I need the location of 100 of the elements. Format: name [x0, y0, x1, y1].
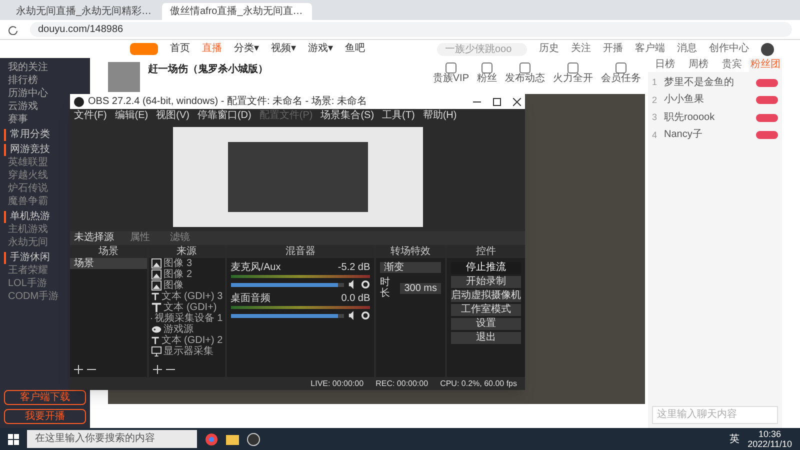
add-icon[interactable] [152, 365, 162, 374]
level-badge [756, 78, 778, 87]
menu-item[interactable]: 帮助(H) [422, 111, 457, 121]
folder-icon[interactable] [226, 432, 239, 446]
duration-field[interactable]: 300 ms [400, 282, 441, 294]
ime-indicator[interactable]: 英 [730, 432, 740, 446]
tool-label[interactable]: 火力全开 [553, 74, 593, 84]
source-item[interactable]: 显示器采集 [164, 346, 214, 357]
header-link[interactable]: 消息 [677, 44, 697, 54]
nav-link[interactable]: 首页 [170, 44, 190, 54]
dock-title: 来源 [148, 245, 225, 258]
chat-tab[interactable]: 贵宾 [715, 58, 748, 72]
tool-label[interactable]: 会员任务 [601, 74, 641, 84]
nav-link[interactable]: 分类▾ [234, 44, 259, 54]
source-toolbar-button[interactable]: 属性 [126, 233, 154, 243]
rank-number: 2 [652, 94, 658, 106]
taskbar-search[interactable]: 在这里输入你要搜索的内容 [27, 430, 197, 448]
rank-number: 4 [652, 128, 658, 142]
header-link[interactable]: 客户端 [635, 44, 665, 54]
sidebar-item[interactable]: 排行榜 [4, 75, 38, 87]
category-link[interactable]: 永劫无间 [4, 237, 48, 249]
nav-link[interactable]: 鱼吧 [345, 44, 365, 54]
header-link[interactable]: 开播 [603, 44, 623, 54]
tool-label[interactable]: 贵族VIP [432, 74, 469, 84]
maximize-icon[interactable] [493, 98, 501, 106]
windows-logo-icon[interactable] [8, 434, 19, 444]
category-link[interactable]: 穿越火线 [4, 170, 48, 182]
image-icon [150, 269, 162, 280]
control-button[interactable]: 退出 [451, 332, 521, 344]
browser-tab[interactable]: 傲丝情afro直播_永劫无间直… [162, 3, 312, 20]
chat-tab[interactable]: 日榜 [648, 58, 682, 72]
menu-item[interactable]: 编辑(E) [114, 111, 148, 121]
source-item[interactable]: 文本 (GDI+) 3 [161, 291, 223, 302]
sidebar-item[interactable]: 云游戏 [4, 101, 38, 113]
control-button[interactable]: 工作室模式 [451, 304, 521, 316]
category-link[interactable]: 王者荣耀 [4, 265, 48, 277]
category-link[interactable]: 主机游戏 [4, 224, 48, 236]
source-item[interactable]: 文本 (GDI+) [164, 302, 217, 313]
category-link[interactable]: 炉石传说 [4, 183, 48, 195]
image-icon [150, 258, 162, 269]
text-icon [150, 302, 162, 313]
obs-icon[interactable] [247, 432, 260, 446]
tool-label[interactable]: 粉丝 [477, 74, 497, 84]
control-button[interactable]: 启动虚拟摄像机 [451, 290, 521, 302]
tool-icon[interactable] [444, 62, 457, 74]
source-item[interactable]: 图像 2 [164, 269, 192, 280]
source-toolbar-button[interactable]: 滤镜 [166, 233, 194, 243]
fan-name: 梦里不是金鱼的 [664, 78, 734, 88]
source-item[interactable]: 视频采集设备 1 [154, 313, 223, 324]
source-item[interactable]: 图像 [164, 280, 184, 291]
control-button[interactable]: 开始录制 [451, 276, 521, 288]
clock-time[interactable]: 10:36 [758, 429, 782, 439]
sidebar-item[interactable]: 历游中心 [4, 88, 48, 100]
category-link[interactable]: 英雄联盟 [4, 157, 48, 169]
sidebar-item[interactable]: 我的关注 [4, 62, 48, 74]
add-icon[interactable] [74, 365, 83, 374]
dock-title: 控件 [447, 245, 525, 258]
menu-item[interactable]: 文件(F) [74, 111, 107, 121]
category-link[interactable]: LOL手游 [4, 278, 47, 290]
tool-label[interactable]: 发布动态 [505, 74, 545, 84]
control-button[interactable]: 停止推流 [451, 262, 521, 274]
nav-link[interactable]: 游戏▾ [308, 44, 333, 54]
clock-date[interactable]: 2022/11/10 [748, 439, 792, 449]
category-link[interactable]: CODM手游 [4, 291, 59, 303]
menu-item[interactable]: 工具(T) [382, 111, 415, 121]
menu-item[interactable]: 场景集合(S) [320, 111, 374, 121]
close-icon[interactable] [513, 98, 521, 106]
reload-icon[interactable] [8, 24, 18, 34]
gear-icon[interactable] [361, 311, 370, 320]
gamepad-icon [150, 324, 162, 335]
chat-tab[interactable]: 周榜 [682, 58, 715, 72]
tool-icon[interactable] [615, 62, 627, 74]
menu-item[interactable]: 视图(V) [156, 111, 190, 121]
browser-icon[interactable] [205, 432, 218, 446]
header-link[interactable]: 创作中心 [709, 44, 749, 54]
dock-title: 场景 [70, 245, 147, 258]
nav-link[interactable]: 视频▾ [271, 44, 296, 54]
tool-icon[interactable] [481, 62, 493, 74]
sidebar-button[interactable]: 客户端下载 [4, 390, 86, 405]
channel-reading: -5.2 dB [338, 262, 370, 273]
source-item[interactable]: 游戏源 [164, 324, 194, 335]
site-logo-icon[interactable] [130, 43, 158, 55]
address-bar[interactable]: douyu.com/148986 [30, 22, 792, 37]
avatar[interactable] [761, 42, 774, 56]
sidebar-item[interactable]: 赛事 [4, 114, 28, 126]
tool-icon[interactable] [519, 62, 531, 74]
menu-item[interactable]: 停靠窗口(D) [197, 111, 252, 121]
rank-number: 1 [652, 76, 658, 89]
sidebar-button[interactable]: 我要开播 [4, 409, 86, 424]
transition-select[interactable]: 渐变 [380, 262, 441, 273]
source-item[interactable]: 图像 3 [164, 258, 192, 269]
control-button[interactable]: 设置 [451, 318, 521, 330]
header-link[interactable]: 历史 [539, 44, 559, 54]
tool-icon[interactable] [567, 62, 579, 74]
category-link[interactable]: 魔兽争霸 [4, 196, 48, 208]
dock-title: 混音器 [226, 245, 374, 258]
gear-icon[interactable] [361, 280, 370, 289]
header-link[interactable]: 关注 [571, 44, 591, 54]
scene-item[interactable]: 场景 [70, 258, 147, 269]
source-item[interactable]: 文本 (GDI+) 2 [161, 335, 223, 346]
